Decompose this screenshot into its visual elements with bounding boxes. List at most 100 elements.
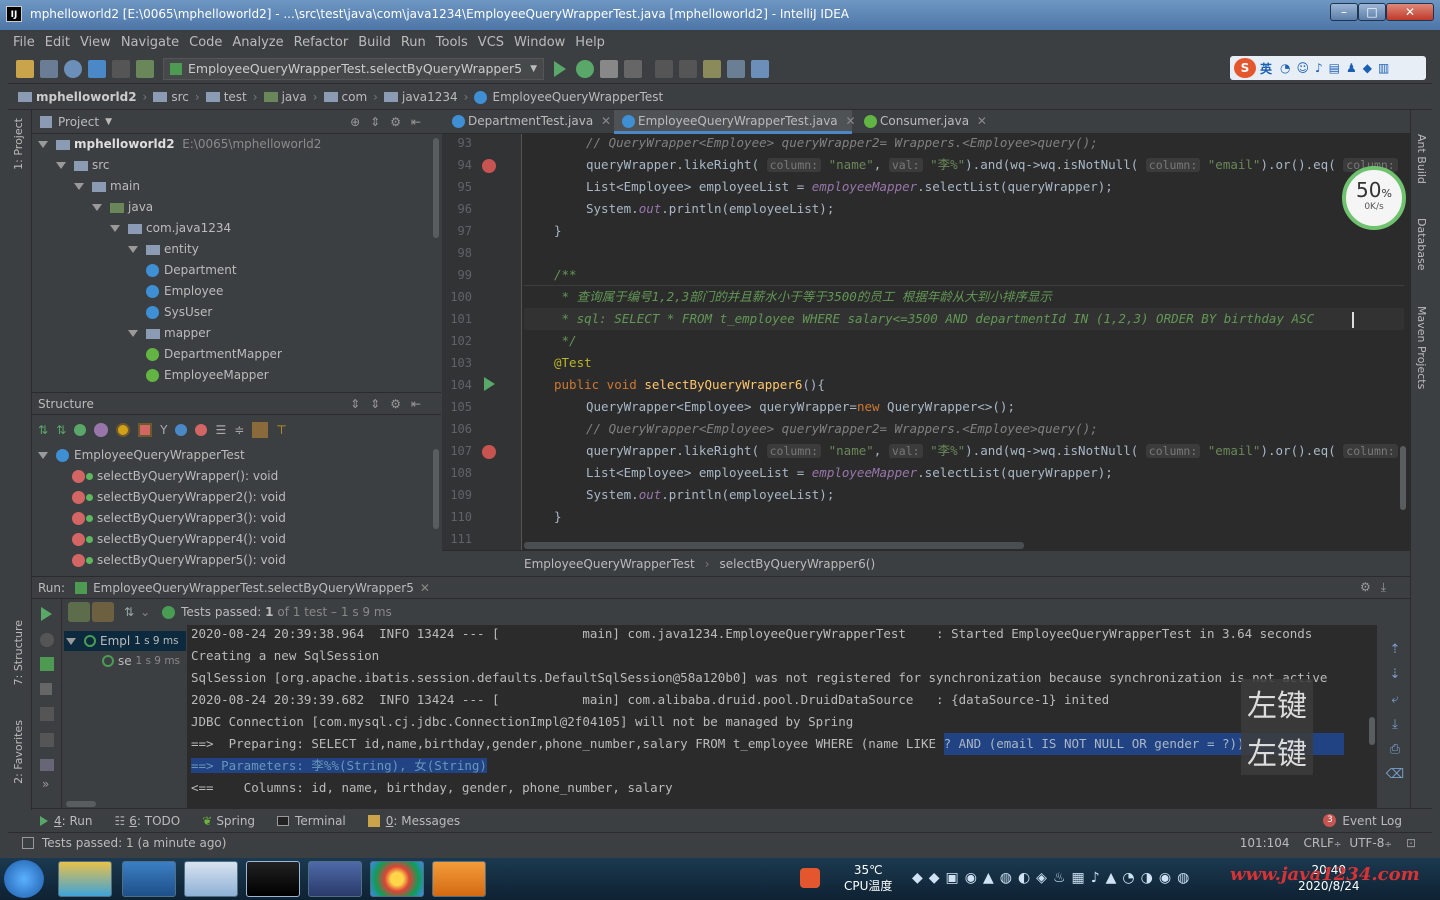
- run-tool-tab[interactable]: 4: Run: [40, 814, 93, 828]
- spring-tool-tab[interactable]: ❦ Spring: [202, 814, 255, 828]
- history-icon[interactable]: [679, 59, 698, 78]
- test-tree-item[interactable]: se 1 s 9 ms: [64, 651, 186, 671]
- project-tool-tab[interactable]: 1: Project: [12, 118, 25, 170]
- show-nonpublic-icon[interactable]: [138, 423, 153, 437]
- sort-icon[interactable]: ⇅: [124, 605, 134, 619]
- taskbar-app-icon[interactable]: [184, 861, 238, 897]
- tray-sogou-icon[interactable]: [800, 868, 820, 888]
- close-tab-icon[interactable]: ✕: [420, 581, 430, 595]
- scroll-to-end-icon[interactable]: ⤓: [1384, 712, 1406, 737]
- nav-test[interactable]: test: [205, 90, 247, 104]
- tree-scrollbar[interactable]: [66, 801, 96, 807]
- test-tree-root[interactable]: Empl 1 s 9 ms: [64, 631, 186, 651]
- taskbar-app-icon[interactable]: [432, 861, 486, 897]
- stop-icon[interactable]: [624, 59, 643, 78]
- editor-vertical-scrollbar[interactable]: [1400, 446, 1406, 510]
- import-icon[interactable]: [40, 733, 54, 747]
- up-icon[interactable]: ⇡: [1384, 637, 1406, 662]
- back-icon[interactable]: [88, 59, 106, 78]
- project-tree-item[interactable]: Employee: [32, 281, 441, 302]
- structure-method-item[interactable]: selectByQueryWrapper4(): void: [32, 529, 441, 550]
- caret-position[interactable]: 101:104: [1240, 836, 1290, 850]
- show-inherited-icon[interactable]: [74, 424, 87, 436]
- close-tab-icon[interactable]: ✕: [845, 114, 855, 128]
- event-log-tool-tab[interactable]: 3 Event Log: [1323, 814, 1402, 828]
- structure-method-item[interactable]: selectByQueryWrapper5(): void: [32, 550, 441, 571]
- soft-wrap-icon[interactable]: ⤶: [1384, 687, 1406, 712]
- taskbar-app-icon[interactable]: [58, 861, 112, 897]
- coverage-icon[interactable]: [600, 59, 619, 78]
- structure-root[interactable]: EmployeeQueryWrapperTest: [32, 445, 441, 466]
- layout-icon[interactable]: [40, 759, 54, 771]
- run-config-tab[interactable]: EmployeeQueryWrapperTest.selectByQueryWr…: [93, 581, 414, 595]
- lock-icon[interactable]: ⊡: [1406, 836, 1416, 850]
- console-output[interactable]: 2020-08-24 20:39:38.964 INFO 13424 --- […: [187, 625, 1377, 809]
- taskbar-chrome-icon[interactable]: [370, 861, 424, 897]
- run-test-gutter-icon[interactable]: [484, 377, 495, 391]
- minimize-button[interactable]: –: [1330, 3, 1358, 21]
- start-button[interactable]: [4, 860, 44, 898]
- autoscroll-to-source-icon[interactable]: [252, 422, 269, 438]
- expand-arrow-icon[interactable]: [128, 330, 138, 337]
- project-structure-icon[interactable]: [727, 59, 746, 78]
- show-ignored-icon[interactable]: [92, 602, 114, 622]
- project-panel-title[interactable]: Project: [58, 115, 99, 129]
- file-encoding[interactable]: UTF-8÷: [1349, 836, 1392, 850]
- tab-department-test[interactable]: DepartmentTest.java ✕: [444, 110, 611, 134]
- autoscroll-from-source-icon[interactable]: ⊤: [276, 423, 286, 437]
- menu-navigate[interactable]: Navigate: [121, 35, 179, 50]
- close-tab-icon[interactable]: ✕: [977, 114, 987, 128]
- toggle-tool-windows-icon[interactable]: [22, 836, 34, 849]
- tab-consumer[interactable]: Consumer.java ✕: [856, 110, 987, 134]
- breadcrumb-class[interactable]: EmployeeQueryWrapperTest: [524, 557, 695, 571]
- rerun-icon[interactable]: [41, 607, 52, 621]
- ime-mode[interactable]: 英: [1260, 60, 1272, 77]
- debug-icon[interactable]: [576, 59, 595, 78]
- sort-visibility-icon[interactable]: ⇅: [56, 423, 66, 437]
- breakpoint-icon[interactable]: [482, 445, 496, 459]
- project-tree-item[interactable]: DepartmentMapper: [32, 344, 441, 365]
- rerun-failed-icon[interactable]: [40, 633, 54, 647]
- expand-arrow-icon[interactable]: [92, 204, 102, 211]
- show-fields-icon[interactable]: [116, 423, 131, 437]
- run-panel-settings-icon[interactable]: ⚙⤓: [1360, 580, 1396, 595]
- menu-refactor[interactable]: Refactor: [294, 35, 349, 50]
- project-scrollbar[interactable]: [433, 138, 439, 238]
- menu-edit[interactable]: Edit: [45, 35, 70, 50]
- breakpoint-icon[interactable]: [482, 159, 496, 173]
- menu-help[interactable]: Help: [575, 35, 605, 50]
- favorites-tool-tab[interactable]: 2: Favorites: [12, 720, 25, 784]
- open-folder-icon[interactable]: [16, 59, 34, 78]
- structure-method-item[interactable]: selectByQueryWrapper2(): void: [32, 487, 441, 508]
- close-tab-icon[interactable]: ✕: [601, 114, 611, 128]
- structure-method-item[interactable]: selectByQueryWrapper3(): void: [32, 508, 441, 529]
- show-properties-icon[interactable]: [94, 423, 109, 437]
- chevron-down-icon[interactable]: ▼: [105, 117, 112, 127]
- run-config-select[interactable]: EmployeeQueryWrapperTest.selectByQueryWr…: [163, 57, 545, 80]
- expand-all-icon[interactable]: ☰: [215, 423, 226, 437]
- save-icon[interactable]: [40, 59, 58, 78]
- menu-run[interactable]: Run: [401, 35, 426, 50]
- ant-build-tool-tab[interactable]: Ant Build: [1415, 134, 1428, 184]
- chevron-down-icon[interactable]: ⌄: [140, 605, 150, 619]
- project-tree-item[interactable]: main: [32, 176, 441, 197]
- code-editor[interactable]: // QueryWrapper<Employee> queryWrapper2=…: [524, 134, 1404, 554]
- menu-build[interactable]: Build: [358, 35, 391, 50]
- sync-icon[interactable]: [64, 59, 82, 78]
- memory-monitor-widget[interactable]: 50% 0K/s: [1342, 166, 1406, 230]
- run-icon[interactable]: [554, 60, 567, 77]
- expand-arrow-icon[interactable]: [74, 183, 84, 190]
- structure-method-item[interactable]: selectByQueryWrapper(): void: [32, 466, 441, 487]
- project-tree-item[interactable]: src: [32, 155, 441, 176]
- maximize-button[interactable]: □: [1358, 3, 1386, 21]
- line-separator[interactable]: CRLF÷: [1304, 836, 1342, 850]
- sort-alpha-icon[interactable]: ⇅: [38, 423, 48, 437]
- structure-actions-icon[interactable]: ⇕⇕⚙⇤: [350, 397, 431, 411]
- collapse-all-icon[interactable]: ≑: [234, 423, 244, 437]
- more-icon[interactable]: »: [42, 777, 61, 791]
- menu-vcs[interactable]: VCS: [478, 35, 504, 50]
- down-icon[interactable]: ⇣: [1384, 662, 1406, 687]
- horizontal-scrollbar[interactable]: [524, 542, 1024, 549]
- menu-window[interactable]: Window: [514, 35, 565, 50]
- toggle-autotest-icon[interactable]: [40, 657, 54, 671]
